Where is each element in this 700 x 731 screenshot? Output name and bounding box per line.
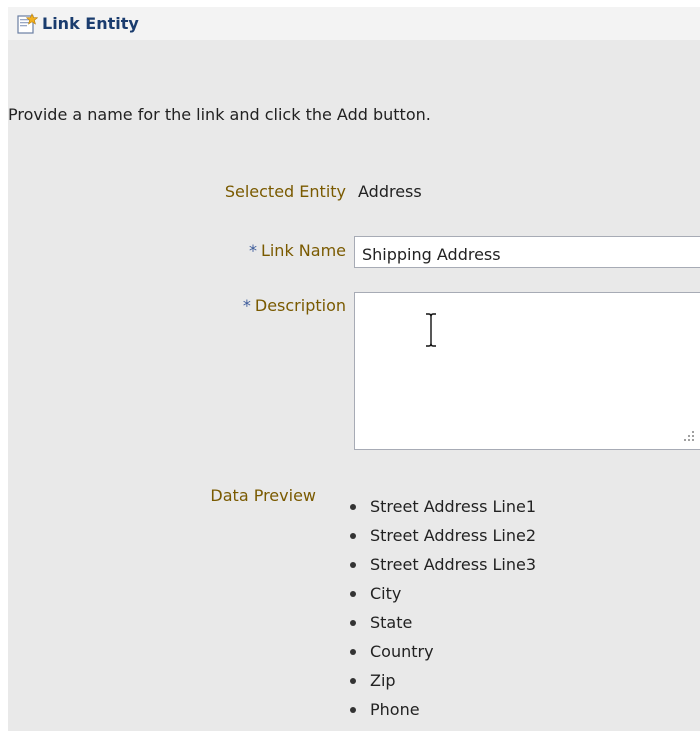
bullet-icon [350,620,356,626]
link-name-label: * Link Name [249,240,346,262]
data-preview-label: Data Preview [210,486,316,505]
list-item: Street Address Line1 [348,492,536,521]
list-item: Phone [348,695,536,724]
link-entity-panel: Link Entity Provide a name for the link … [8,7,700,731]
link-name-input[interactable] [354,236,700,268]
description-label: * Description [243,295,346,317]
list-item: Country [348,637,536,666]
data-preview-list: Street Address Line1 Street Address Line… [348,492,536,724]
required-marker: * [248,241,257,260]
bullet-icon [350,649,356,655]
bullet-icon [350,504,356,510]
description-textarea[interactable] [354,292,700,450]
instructions-text: Provide a name for the link and click th… [8,105,431,124]
page-title: Link Entity [42,14,139,33]
list-item: Zip [348,666,536,695]
description-label-text: Description [254,296,346,315]
wizard-page-icon [17,13,38,34]
bullet-icon [350,678,356,684]
bullet-icon [350,562,356,568]
list-item: Street Address Line3 [348,550,536,579]
text-cursor-icon [426,313,436,347]
list-item: City [348,579,536,608]
required-marker: * [242,296,251,315]
list-item: State [348,608,536,637]
resize-grip-icon[interactable] [680,427,696,443]
link-name-label-text: Link Name [260,241,346,260]
selected-entity-label: Selected Entity [224,182,346,201]
selected-entity-value: Address [358,182,422,201]
bullet-icon [350,591,356,597]
panel-header: Link Entity [8,7,700,40]
list-item: Street Address Line2 [348,521,536,550]
bullet-icon [350,533,356,539]
bullet-icon [350,707,356,713]
